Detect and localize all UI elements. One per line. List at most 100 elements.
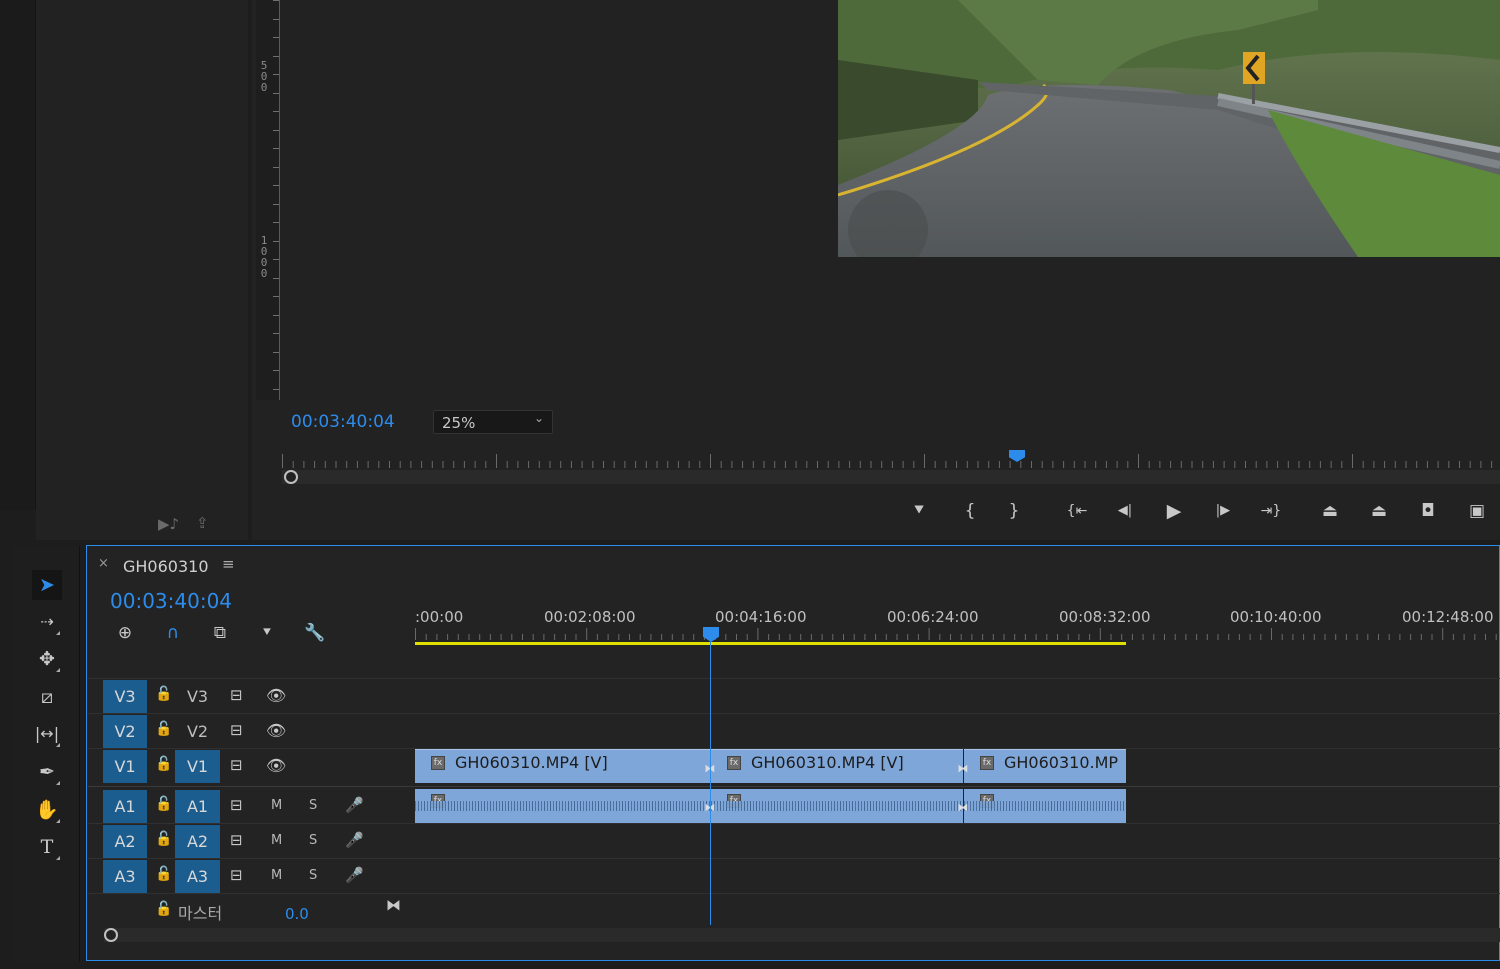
eye-icon[interactable]: 👁	[266, 721, 286, 740]
work-area-bar[interactable]	[415, 642, 1126, 645]
lock-icon[interactable]: 🔓	[155, 831, 172, 847]
snap-magnet-icon[interactable]: ∩	[160, 621, 186, 645]
mute-button[interactable]: M	[271, 868, 282, 883]
sync-lock-icon[interactable]: ⊟	[230, 686, 243, 704]
ruler-tick	[273, 92, 279, 94]
timeline-time-ruler[interactable]: :00:00 00:02:08:00 00:04:16:00 00:06:24:…	[415, 600, 1500, 646]
mic-icon[interactable]: 🎤	[345, 831, 364, 849]
master-volume-value[interactable]: 0.0	[285, 905, 309, 923]
sync-lock-icon[interactable]: ⊟	[230, 831, 243, 849]
lock-icon[interactable]: 🔓	[155, 756, 172, 772]
compare-view-icon[interactable]: ▣	[1464, 498, 1490, 524]
lock-icon[interactable]: 🔓	[155, 686, 172, 702]
monitor-zoom-scrollbar[interactable]	[282, 470, 1500, 484]
step-back-icon[interactable]: ◀|	[1112, 498, 1138, 524]
audio-clip[interactable]: fx	[415, 789, 710, 823]
source-patch-v3[interactable]: V3	[175, 680, 220, 713]
eye-icon[interactable]: 👁	[266, 686, 286, 705]
program-timecode[interactable]: 00:03:40:04	[291, 412, 395, 432]
sync-lock-icon[interactable]: ⊟	[230, 721, 243, 739]
mute-button[interactable]: M	[271, 833, 282, 848]
audio-clip[interactable]: fx	[711, 789, 963, 823]
eye-icon[interactable]: 👁	[266, 756, 286, 775]
go-to-end-icon[interactable]: ⧓	[386, 896, 401, 914]
monitor-zoom-handle[interactable]	[284, 470, 298, 484]
extract-icon[interactable]: ⏏	[1366, 498, 1392, 524]
mark-in-icon[interactable]: {	[957, 498, 983, 524]
fx-badge-icon: fx	[727, 756, 741, 770]
add-marker-icon[interactable]: ⯆	[254, 621, 280, 645]
lock-icon[interactable]: 🔓	[155, 901, 172, 917]
track-header-v1: V1 🔓 V1 ⊟ 👁	[103, 749, 415, 783]
audio-clip[interactable]: fx	[964, 789, 1126, 823]
zoom-select[interactable]: 25% ⌄	[433, 410, 553, 434]
solo-button[interactable]: S	[309, 833, 317, 848]
lock-icon[interactable]: 🔓	[155, 866, 172, 882]
lock-icon[interactable]: 🔓	[155, 721, 172, 737]
source-patch-v2[interactable]: V2	[175, 715, 220, 748]
lift-icon[interactable]: ⏏	[1317, 498, 1343, 524]
track-target-a2[interactable]: A2	[103, 825, 147, 858]
export-frame-icon[interactable]: ◘	[1415, 498, 1441, 524]
track-header-a2: A2 🔓 A2 ⊟ M S 🎤	[103, 824, 415, 858]
mic-icon[interactable]: 🎤	[345, 866, 364, 884]
solo-button[interactable]: S	[309, 798, 317, 813]
play-icon[interactable]: ▶	[1161, 498, 1187, 524]
track-target-v3[interactable]: V3	[103, 680, 147, 713]
step-forward-icon[interactable]: |▶	[1210, 498, 1236, 524]
ruler-tick	[273, 240, 279, 242]
timeline-zoom-handle[interactable]	[104, 928, 118, 942]
source-patch-a1[interactable]: A1	[175, 790, 220, 823]
razor-tool-icon[interactable]: ⧄	[32, 682, 62, 712]
sync-lock-icon[interactable]: ⊟	[230, 796, 243, 814]
track-target-a1[interactable]: A1	[103, 790, 147, 823]
video-clip[interactable]: fx GH060310.MP4 [V]	[415, 749, 710, 783]
export-frame-icon[interactable]: ⇪	[196, 514, 209, 532]
selection-tool-icon[interactable]: ➤	[32, 570, 62, 600]
sync-lock-icon[interactable]: ⊟	[230, 756, 243, 774]
type-tool-icon[interactable]: T	[32, 832, 62, 862]
edit-point-icon[interactable]: ⧓	[957, 801, 969, 815]
video-clip[interactable]: fx GH060310.MP4 [V]	[711, 749, 963, 783]
track-select-tool-icon[interactable]: ⇢	[32, 607, 62, 637]
solo-button[interactable]: S	[309, 868, 317, 883]
monitor-time-ruler[interactable]	[282, 448, 1500, 470]
panel-menu-icon[interactable]: ≡	[222, 555, 235, 573]
linked-selection-icon[interactable]: ⧉	[207, 621, 233, 645]
video-clip[interactable]: fx GH060310.MP	[964, 749, 1126, 783]
sequence-tab-title[interactable]: GH060310	[123, 557, 209, 576]
timeline-zoom-scrollbar[interactable]	[104, 928, 1500, 942]
ruler-label: :00:00	[415, 608, 464, 626]
add-marker-icon[interactable]: ⯆	[906, 498, 932, 524]
mute-button[interactable]: M	[271, 798, 282, 813]
edit-point-icon[interactable]: ⧓	[957, 762, 969, 776]
video-preview[interactable]	[838, 0, 1500, 257]
ruler-tick	[273, 148, 279, 149]
track-target-v1[interactable]: V1	[103, 750, 147, 783]
lock-icon[interactable]: 🔓	[155, 796, 172, 812]
ripple-edit-tool-icon[interactable]: ✥	[32, 644, 62, 674]
wrench-icon[interactable]: 🔧	[302, 621, 328, 645]
source-patch-v1[interactable]: V1	[175, 750, 220, 783]
close-icon[interactable]: ×	[98, 556, 109, 571]
mic-icon[interactable]: 🎤	[345, 796, 364, 814]
source-patch-a3[interactable]: A3	[175, 860, 220, 893]
ruler-tick	[273, 277, 279, 279]
ruler-tick	[273, 185, 279, 186]
fx-badge-icon: fx	[980, 756, 994, 770]
slip-tool-icon[interactable]: |↔|	[32, 719, 62, 749]
go-to-in-icon[interactable]: {⇤	[1064, 498, 1090, 524]
mark-out-icon[interactable]: }	[1001, 498, 1027, 524]
go-to-out-icon[interactable]: ⇥}	[1258, 498, 1284, 524]
track-target-v2[interactable]: V2	[103, 715, 147, 748]
hand-tool-icon[interactable]: ✋	[32, 795, 62, 825]
ruler-label-1000: 1 0 0 0	[260, 234, 268, 280]
pen-tool-icon[interactable]: ✒	[32, 757, 62, 787]
source-patch-a2[interactable]: A2	[175, 825, 220, 858]
nest-icon[interactable]: ⊕	[112, 621, 138, 645]
audio-out-icon[interactable]: ▶♪	[158, 515, 179, 533]
timeline-timecode[interactable]: 00:03:40:04	[110, 589, 232, 613]
track-target-a3[interactable]: A3	[103, 860, 147, 893]
sync-lock-icon[interactable]: ⊟	[230, 866, 243, 884]
ruler-tick	[273, 55, 279, 57]
